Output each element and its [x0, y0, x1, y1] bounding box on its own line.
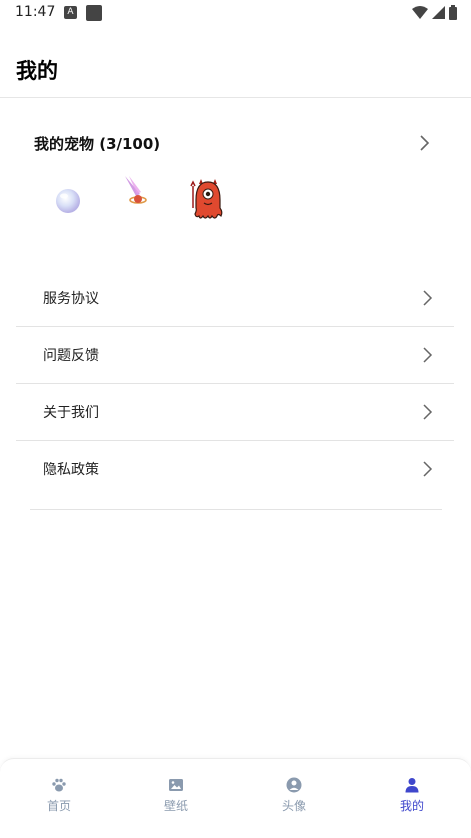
menu-item-label: 问题反馈 — [43, 348, 99, 364]
nav-label: 壁纸 — [163, 799, 188, 813]
nav-label: 首页 — [46, 799, 71, 813]
settings-menu: 服务协议 问题反馈 关于我们 隐私政策 — [16, 270, 454, 497]
wifi-icon — [412, 5, 428, 19]
pet-pearl-icon[interactable] — [54, 187, 82, 215]
pet-comet-icon[interactable] — [122, 174, 150, 208]
menu-item-label: 服务协议 — [43, 291, 99, 307]
notification-square-icon — [86, 5, 102, 21]
nav-label: 我的 — [399, 799, 424, 813]
pet-devil-octopus-icon[interactable] — [190, 178, 226, 222]
nav-tab-wallpaper[interactable]: 壁纸 — [146, 777, 206, 814]
chevron-right-icon — [423, 461, 433, 477]
bottom-nav: 首页 壁纸 头像 我的 — [0, 758, 471, 838]
menu-item-service-agreement[interactable]: 服务协议 — [16, 270, 454, 327]
page-title: 我的 — [16, 59, 58, 83]
menu-item-feedback[interactable]: 问题反馈 — [16, 327, 454, 384]
menu-item-label: 关于我们 — [43, 405, 99, 421]
person-icon — [405, 778, 419, 793]
status-time: 11:47 — [15, 4, 56, 20]
chevron-right-icon — [423, 404, 433, 420]
my-pets-section[interactable]: 我的宠物 (3/100) — [0, 120, 471, 230]
signal-icon — [432, 5, 445, 19]
page-header: 我的 — [0, 38, 471, 98]
user-circle-icon — [286, 777, 302, 793]
notification-a-icon: A — [64, 6, 77, 19]
chevron-right-icon — [423, 290, 433, 306]
menu-item-label: 隐私政策 — [43, 462, 99, 478]
menu-item-about-us[interactable]: 关于我们 — [16, 384, 454, 441]
nav-label: 头像 — [281, 799, 306, 813]
chevron-right-icon — [423, 347, 433, 363]
menu-item-privacy-policy[interactable]: 隐私政策 — [16, 441, 454, 497]
nav-tab-mine[interactable]: 我的 — [382, 777, 442, 814]
nav-tab-avatar[interactable]: 头像 — [264, 777, 324, 814]
image-icon — [169, 779, 183, 791]
chevron-right-icon[interactable] — [418, 133, 432, 153]
paw-icon — [52, 778, 66, 792]
status-bar: 11:47 A — [0, 0, 471, 26]
divider — [30, 509, 442, 510]
status-indicators — [412, 5, 457, 20]
my-pets-title: 我的宠物 (3/100) — [34, 135, 161, 153]
nav-tab-home[interactable]: 首页 — [29, 777, 89, 814]
battery-icon — [449, 5, 457, 20]
